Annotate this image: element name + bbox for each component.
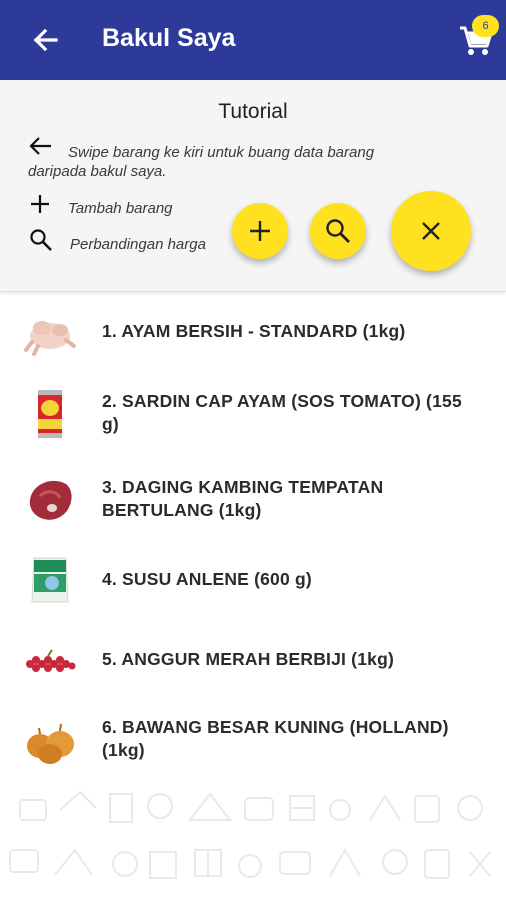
tutorial-panel: Tutorial Swipe barang ke kiri untuk buan…	[0, 80, 506, 292]
item-name: 6. BAWANG BESAR KUNING (HOLLAND) (1kg)	[102, 717, 449, 760]
add-hint: Tambah barang	[68, 200, 173, 217]
arrow-left-icon	[33, 28, 58, 52]
list-item[interactable]: 6. BAWANG BESAR KUNING (HOLLAND) (1kg)	[0, 706, 506, 776]
item-name: 5. ANGGUR MERAH BERBIJI (1kg)	[102, 649, 394, 669]
background-pattern	[9, 790, 491, 879]
list-item[interactable]: 5. ANGGUR MERAH BERBIJI (1kg)	[0, 632, 506, 696]
list-item[interactable]: 2. SARDIN CAP AYAM (SOS TOMATO) (155 g)	[0, 380, 506, 450]
chicken-image	[24, 321, 76, 356]
price-compare-button[interactable]	[310, 203, 366, 259]
close-tutorial-button[interactable]	[391, 191, 471, 271]
back-button[interactable]	[26, 22, 66, 58]
swipe-hint-line1: Swipe barang ke kiri untuk buang data ba…	[68, 144, 375, 161]
page-title: Bakul Saya	[102, 24, 236, 52]
sardine-can-image	[38, 390, 62, 438]
swipe-hint-line2: daripada bakul saya.	[28, 163, 167, 180]
compare-hint: Perbandingan harga	[70, 236, 206, 253]
search-icon	[326, 219, 350, 243]
list-item[interactable]: 1. AYAM BERSIH - STANDARD (1kg)	[0, 300, 506, 364]
add-item-button[interactable]	[232, 203, 288, 259]
list-item[interactable]: 4. SUSU ANLENE (600 g)	[0, 552, 506, 616]
search-icon	[30, 229, 52, 251]
milk-pack-image	[31, 557, 69, 603]
item-name: 4. SUSU ANLENE (600 g)	[102, 569, 312, 589]
cart-count-badge: 6	[472, 15, 499, 37]
close-icon	[422, 222, 440, 240]
app-bar: Bakul Saya 6	[0, 0, 506, 80]
plus-icon	[250, 221, 270, 241]
mutton-image	[29, 480, 72, 520]
item-name: 2. SARDIN CAP AYAM (SOS TOMATO) (155 g)	[102, 391, 462, 434]
item-name: 1. AYAM BERSIH - STANDARD (1kg)	[102, 321, 406, 341]
item-name: 3. DAGING KAMBING TEMPATAN BERTULANG (1kg…	[102, 477, 384, 520]
arrow-left-icon	[29, 137, 51, 155]
tutorial-title: Tutorial	[218, 100, 288, 123]
list-item[interactable]: 3. DAGING KAMBING TEMPATAN BERTULANG (1kg…	[0, 466, 506, 536]
plus-icon	[31, 195, 49, 213]
onions-image	[27, 723, 74, 764]
grapes-image	[26, 649, 76, 672]
